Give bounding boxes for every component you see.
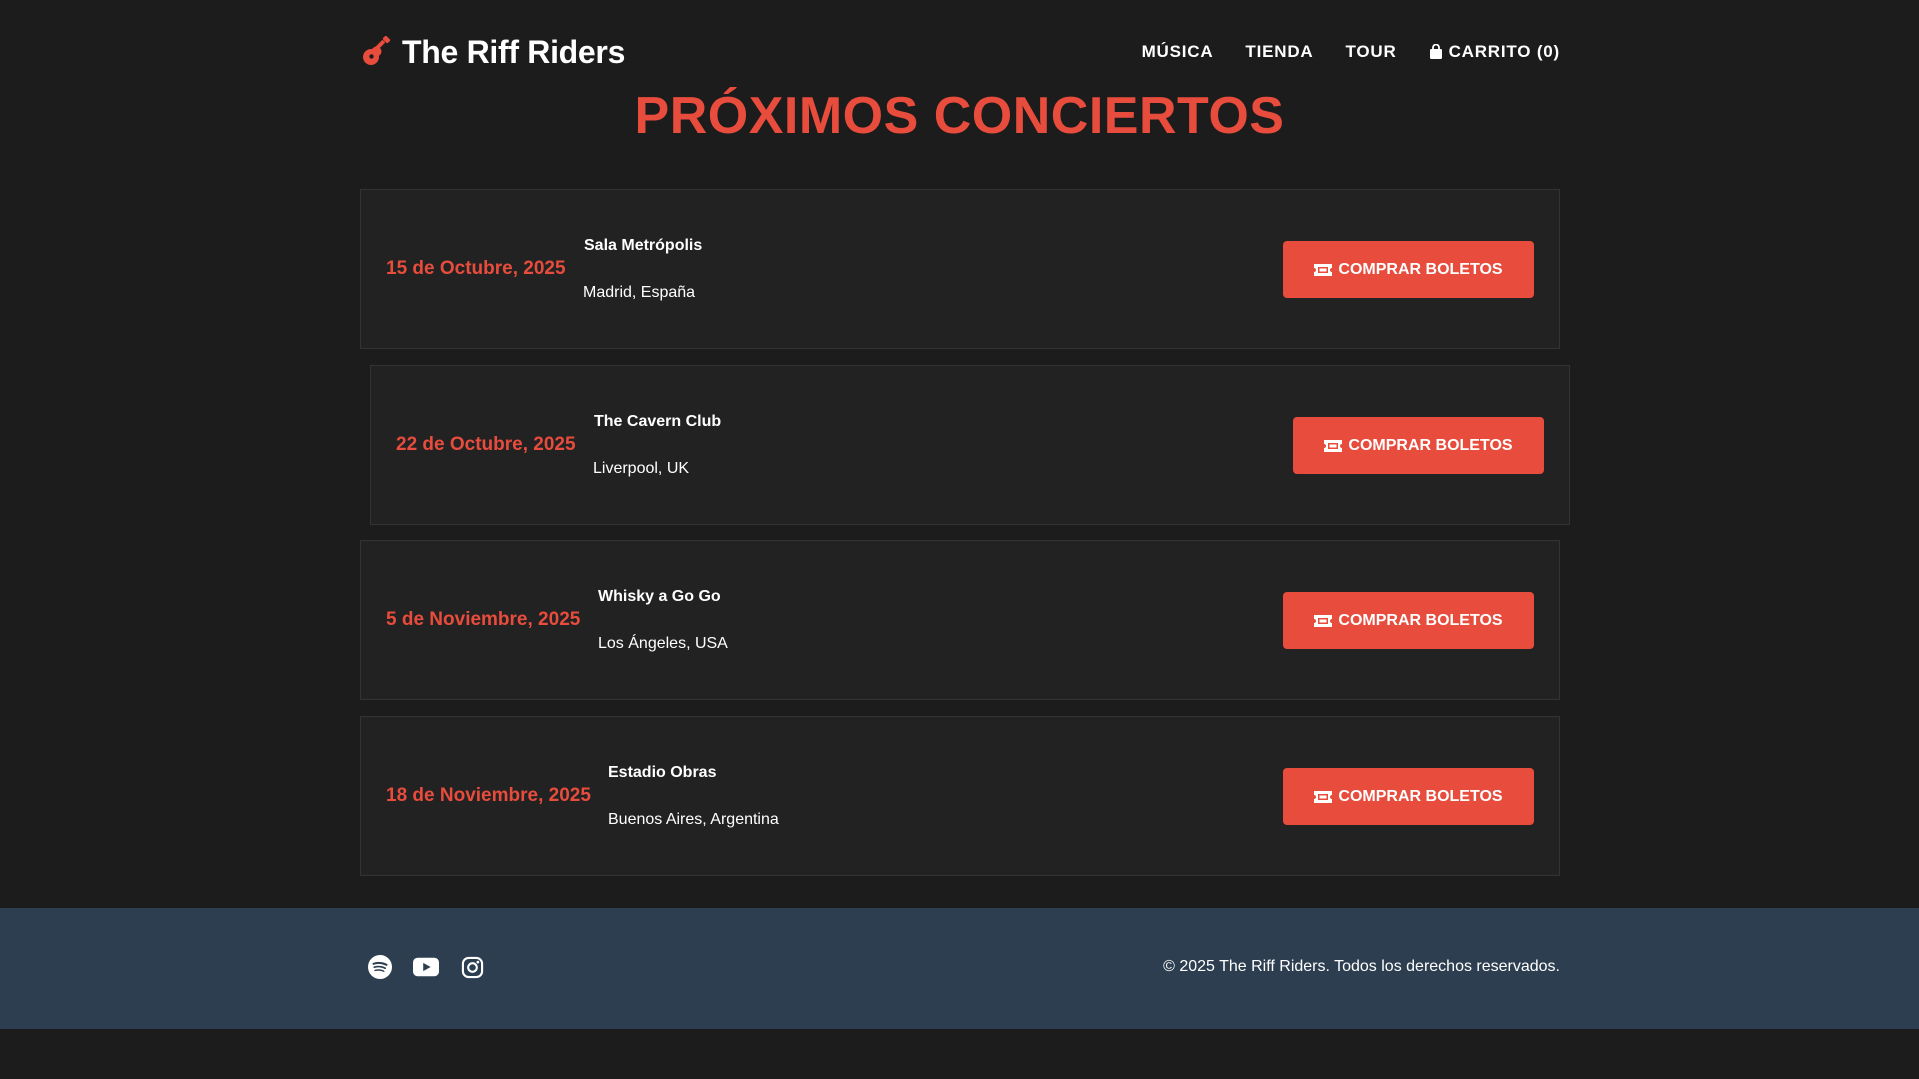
ticket-icon bbox=[1314, 263, 1333, 276]
concert-city: Buenos Aires, Argentina bbox=[608, 811, 779, 828]
buy-tickets-button[interactable]: COMPRAR BOLETOS bbox=[1293, 417, 1544, 474]
shopping-bag-icon bbox=[1429, 44, 1443, 60]
concert-venue: Whisky a Go Go bbox=[598, 588, 721, 605]
concert-city: Madrid, España bbox=[583, 284, 696, 301]
concert-card: 18 de Noviembre, 2025 Estadio Obras Buen… bbox=[360, 716, 1560, 876]
concert-date: 15 de Octubre, 2025 bbox=[386, 258, 566, 279]
buy-tickets-label: COMPRAR BOLETOS bbox=[1338, 787, 1503, 805]
brand-logo-link[interactable]: The Riff Riders bbox=[360, 30, 625, 74]
copyright-text: © 2025 The Riff Riders. Todos los derech… bbox=[1163, 958, 1560, 975]
guitar-icon bbox=[360, 36, 392, 68]
ticket-icon bbox=[1314, 614, 1333, 627]
concert-venue: The Cavern Club bbox=[594, 413, 722, 430]
concert-card: 5 de Noviembre, 2025 Whisky a Go Go Los … bbox=[360, 540, 1560, 700]
youtube-icon[interactable] bbox=[413, 954, 439, 980]
buy-tickets-button[interactable]: COMPRAR BOLETOS bbox=[1283, 592, 1534, 649]
nav-music[interactable]: MÚSICA bbox=[1142, 42, 1214, 62]
site-footer: © 2025 The Riff Riders. Todos los derech… bbox=[0, 908, 1919, 1029]
main-nav: MÚSICA TIENDA TOUR CARRITO (0) bbox=[1142, 30, 1560, 74]
nav-shop[interactable]: TIENDA bbox=[1245, 42, 1313, 62]
buy-tickets-label: COMPRAR BOLETOS bbox=[1338, 260, 1503, 278]
social-links bbox=[367, 954, 485, 980]
concert-city: Los Ángeles, USA bbox=[598, 635, 728, 652]
concert-card: 22 de Octubre, 2025 The Cavern Club Live… bbox=[370, 365, 1570, 525]
buy-tickets-button[interactable]: COMPRAR BOLETOS bbox=[1283, 768, 1534, 825]
buy-tickets-label: COMPRAR BOLETOS bbox=[1338, 611, 1503, 629]
nav-tour[interactable]: TOUR bbox=[1346, 42, 1397, 62]
concert-city: Liverpool, UK bbox=[593, 460, 690, 477]
page-title: PRÓXIMOS CONCIERTOS bbox=[634, 87, 1285, 145]
spotify-icon[interactable] bbox=[367, 954, 393, 980]
concert-date: 5 de Noviembre, 2025 bbox=[386, 609, 581, 630]
ticket-icon bbox=[1324, 439, 1343, 452]
concert-venue: Estadio Obras bbox=[608, 764, 717, 781]
brand-name: The Riff Riders bbox=[402, 33, 626, 70]
instagram-icon[interactable] bbox=[459, 954, 485, 980]
nav-cart[interactable]: CARRITO (0) bbox=[1429, 42, 1560, 62]
buy-tickets-label: COMPRAR BOLETOS bbox=[1348, 436, 1513, 454]
buy-tickets-button[interactable]: COMPRAR BOLETOS bbox=[1283, 241, 1534, 298]
concert-date: 22 de Octubre, 2025 bbox=[396, 434, 576, 455]
ticket-icon bbox=[1314, 790, 1333, 803]
concert-venue: Sala Metrópolis bbox=[584, 237, 703, 254]
nav-cart-label: CARRITO (0) bbox=[1448, 42, 1560, 61]
concert-card: 15 de Octubre, 2025 Sala Metrópolis Madr… bbox=[360, 189, 1560, 349]
site-header: The Riff Riders MÚSICA TIENDA TOUR CARRI… bbox=[360, 30, 1560, 74]
concert-date: 18 de Noviembre, 2025 bbox=[386, 785, 591, 806]
